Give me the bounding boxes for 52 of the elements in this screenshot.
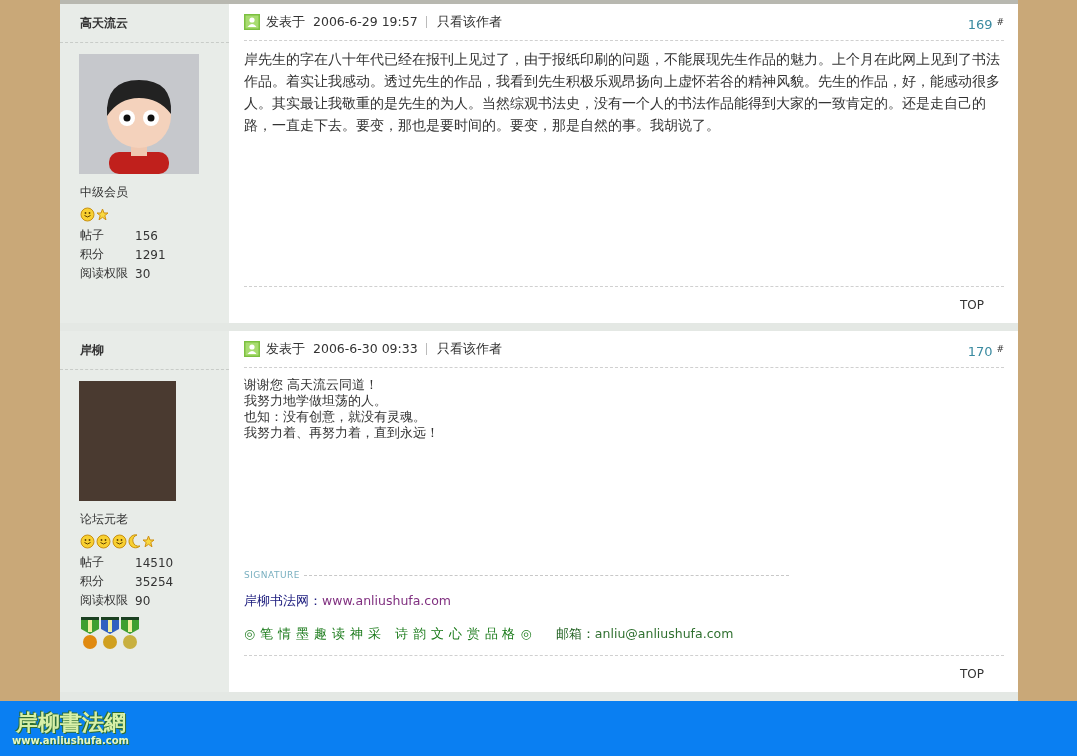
stat-value: 1291 <box>135 247 166 262</box>
medal-icon <box>100 616 120 652</box>
site-label: 岸柳书法网： <box>244 593 322 608</box>
posted-label: 发表于 <box>266 340 305 358</box>
stat-label: 帖子 <box>80 227 105 244</box>
stat-value: 35254 <box>135 574 174 589</box>
author-name[interactable]: 岸柳 <box>60 331 229 370</box>
floor-mark: # <box>996 17 1004 27</box>
stat-label: 阅读权限 <box>80 265 129 282</box>
post-time: 2006-6-30 09:33 <box>313 343 427 355</box>
signature-label: SIGNATURE <box>244 570 301 580</box>
author-only-link[interactable]: 只看该作者 <box>436 340 502 358</box>
post-text: 岸先生的字在八十年代已经在报刊上见过了，由于报纸印刷的问题，不能展现先生作品的魅力。上个月在此网上见到了书法作品。着实让我感动。透过先生的作品，我看到先生积极乐观昂扬向上虚怀若谷的精神风貌。先生的作品，好，能感动很多人。其实最让我敬重的是先生的为人。当然综观书法史，没有一个人的书法作品能得到大家的一致肯定的。还是走自己的路，一直走下去。要变，那也是要时间的。要变，那是自然的事。我胡说了。 <box>244 50 1001 135</box>
star-icon <box>142 535 155 548</box>
smiley-icon <box>96 534 111 549</box>
member-rank: 中级会员 <box>80 184 129 201</box>
stat-label: 积分 <box>80 573 105 590</box>
stat-label: 阅读权限 <box>80 592 129 609</box>
posted-label: 发表于 <box>266 13 305 31</box>
mail-label: 邮箱： <box>555 626 595 641</box>
user-icon <box>244 341 260 357</box>
stat-label: 帖子 <box>80 554 105 571</box>
user-icon <box>244 14 260 30</box>
stat-value: 156 <box>135 228 158 243</box>
stat-value: 14510 <box>135 555 174 570</box>
smiley-icon <box>112 534 127 549</box>
medal-icon <box>80 616 100 652</box>
site-link[interactable]: www.anliushufa.com <box>322 593 452 608</box>
smiley-icon <box>80 207 95 222</box>
author-name[interactable]: 高天流云 <box>60 4 229 43</box>
motto-text: ◎ 笔 情 墨 趣 读 神 采 诗 韵 文 心 赏 品 格 ◎ <box>244 626 532 641</box>
top-link[interactable]: TOP <box>960 667 984 681</box>
smiley-icon <box>80 534 95 549</box>
author-only-link[interactable]: 只看该作者 <box>436 13 502 31</box>
top-link[interactable]: TOP <box>960 298 984 312</box>
stat-label: 积分 <box>80 246 105 263</box>
post-text: 谢谢您 高天流云同道！ <box>244 377 380 393</box>
floor-number[interactable]: 170 <box>967 343 993 359</box>
mail-link[interactable]: anliu@anliushufa.com <box>594 626 734 641</box>
post-text: 也知：没有创意，就没有灵魂。 <box>244 409 427 425</box>
logo-url: www.anliushufa.com <box>12 735 130 746</box>
post-text: 我努力地学做坦荡的人。 <box>244 393 388 409</box>
stat-value: 90 <box>135 593 151 608</box>
stat-value: 30 <box>135 266 151 281</box>
star-icon <box>96 208 109 221</box>
member-rank: 论坛元老 <box>80 511 129 528</box>
floor-number[interactable]: 169 <box>967 16 993 32</box>
moon-icon <box>128 534 141 549</box>
medal-icon <box>120 616 140 652</box>
floor-mark: # <box>996 344 1004 354</box>
post-time: 2006-6-29 19:57 <box>313 16 427 28</box>
post-text: 我努力着、再努力着，直到永远！ <box>244 425 440 441</box>
